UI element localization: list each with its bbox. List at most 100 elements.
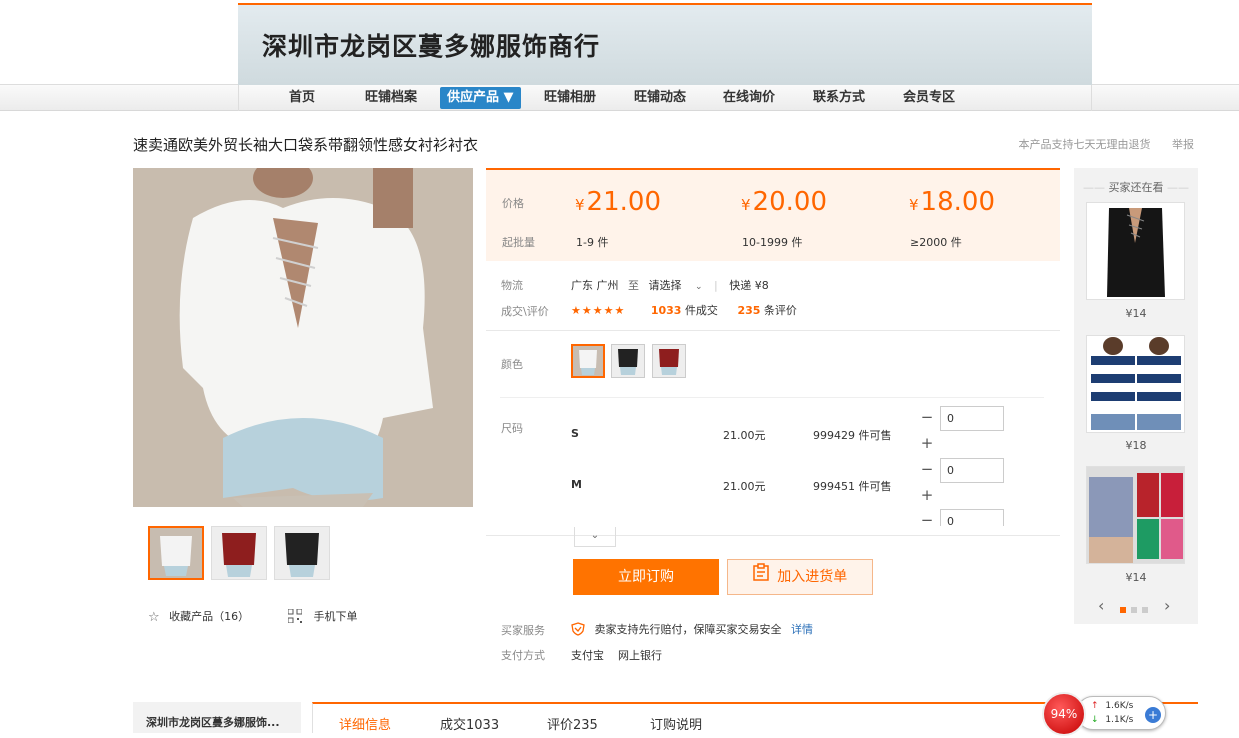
carousel-dot[interactable] bbox=[1142, 607, 1148, 613]
thumbnail-red[interactable] bbox=[211, 526, 267, 580]
decrease-button[interactable]: − bbox=[915, 458, 939, 482]
clipboard-icon bbox=[753, 560, 769, 594]
size-row: − 0 bbox=[486, 509, 1060, 526]
return-policy-text: 本产品支持七天无理由退货 bbox=[1018, 138, 1151, 151]
recommended-item-price: ¥14 bbox=[1125, 571, 1147, 584]
network-speed-widget[interactable]: ↑ 1.6K/s ↓ 1.1K/s + 94% bbox=[1040, 690, 1170, 738]
chevron-down-icon: ⌄ bbox=[590, 530, 600, 541]
nav-album[interactable]: 旺铺相册 bbox=[537, 87, 603, 109]
thumbnail-red-image bbox=[212, 527, 266, 579]
report-link[interactable]: 举报 bbox=[1172, 138, 1194, 151]
main-product-image[interactable] bbox=[133, 168, 473, 507]
thumbnail-black-image bbox=[275, 527, 329, 579]
add-to-cart-button[interactable]: 加入进货单 bbox=[727, 559, 873, 595]
buyer-service-label: 买家服务 bbox=[501, 624, 545, 637]
size-stock: 999429 件可售 bbox=[813, 429, 892, 442]
tab-details[interactable]: 详细信息 bbox=[339, 714, 391, 733]
size-price: 21.00元 bbox=[723, 429, 766, 442]
size-table: S 21.00元 999429 件可售 − 0 + M 21.00元 99945… bbox=[486, 396, 1060, 526]
payment-methods: 支付宝 网上银行 bbox=[571, 649, 662, 662]
moq-tier-1: 1-9 件 bbox=[576, 236, 609, 249]
divider bbox=[486, 535, 1060, 536]
memory-usage-ball[interactable]: 94% bbox=[1042, 692, 1086, 736]
deals-row: ★★★★★ 1033 件成交 235 条评价 bbox=[571, 302, 797, 318]
buyer-service-row: 卖家支持先行赔付，保障买家交易安全 详情 bbox=[571, 621, 813, 639]
logistics-destination-select[interactable]: 请选择 ⌄ bbox=[649, 279, 707, 292]
nav-inquiry[interactable]: 在线询价 bbox=[716, 87, 782, 109]
sidebar-prev-button[interactable]: ‹ bbox=[1098, 596, 1104, 615]
thumbnail-white[interactable] bbox=[148, 526, 204, 580]
tab-order-notes[interactable]: 订购说明 bbox=[650, 714, 702, 733]
speed-panel: ↑ 1.6K/s ↓ 1.1K/s + bbox=[1076, 696, 1166, 730]
bottom-shop-name[interactable]: 深圳市龙岗区蔓多娜服饰... bbox=[133, 702, 301, 733]
deals-count[interactable]: 1033 bbox=[651, 304, 682, 317]
divider bbox=[486, 330, 1060, 331]
decrease-button[interactable]: − bbox=[915, 406, 939, 430]
quantity-input[interactable]: 0 bbox=[940, 509, 1004, 526]
favorite-label: 收藏产品（16） bbox=[169, 610, 250, 623]
recommended-item-price: ¥14 bbox=[1125, 307, 1147, 320]
reviews-suffix: 条评价 bbox=[763, 304, 797, 317]
tab-deals[interactable]: 成交1033 bbox=[440, 714, 499, 733]
size-price: 21.00元 bbox=[723, 480, 766, 493]
moq-tier-3: ≥2000 件 bbox=[910, 236, 962, 249]
shop-nav-bar: 首页 旺铺档案 供应产品 ▼ 旺铺相册 旺铺动态 在线询价 联系方式 会员专区 bbox=[0, 85, 1239, 111]
price-tier-2: ¥20.00 bbox=[741, 187, 827, 217]
deals-suffix: 件成交 bbox=[684, 304, 718, 317]
chevron-left-icon: ‹ bbox=[1098, 596, 1105, 615]
chevron-right-icon: › bbox=[1164, 596, 1171, 615]
express-fee: 快递 ¥8 bbox=[729, 279, 769, 292]
recommendations-sidebar: —— 买家还在看 —— ¥14 ¥18 ¥14 ‹ › bbox=[1074, 168, 1198, 624]
reviews-count[interactable]: 235 bbox=[737, 304, 760, 317]
product-title: 速卖通欧美外贸长袖大口袋系带翻领性感女衬衫衬衣 bbox=[133, 136, 479, 154]
mobile-order-button[interactable]: 手机下单 bbox=[287, 608, 358, 626]
favorite-button[interactable]: ☆ 收藏产品（16） bbox=[148, 608, 249, 625]
mobile-order-label: 手机下单 bbox=[313, 610, 358, 623]
carousel-dot-active[interactable] bbox=[1120, 607, 1126, 613]
destination-select-label: 请选择 bbox=[648, 279, 682, 292]
quantity-input[interactable]: 0 bbox=[940, 406, 1004, 431]
thumbnail-white-image bbox=[150, 528, 202, 578]
nav-news[interactable]: 旺铺动态 bbox=[627, 87, 693, 109]
expand-sizes-button[interactable]: ⌄ bbox=[574, 527, 616, 547]
moq-label: 起批量 bbox=[502, 236, 535, 249]
recommended-item-image[interactable] bbox=[1086, 466, 1185, 564]
rating-stars: ★★★★★ bbox=[571, 304, 626, 317]
nav-contact[interactable]: 联系方式 bbox=[806, 87, 872, 109]
buyer-service-detail-link[interactable]: 详情 bbox=[791, 623, 813, 636]
plus-icon[interactable]: + bbox=[1145, 707, 1161, 723]
nav-profile[interactable]: 旺铺档案 bbox=[358, 87, 424, 109]
recommended-item-image[interactable] bbox=[1086, 202, 1185, 300]
color-swatch-black[interactable] bbox=[611, 344, 645, 378]
quantity-input[interactable]: 0 bbox=[940, 458, 1004, 483]
product-photo-illustration bbox=[133, 168, 473, 507]
color-swatch-red[interactable] bbox=[652, 344, 686, 378]
nav-members[interactable]: 会员专区 bbox=[896, 87, 962, 109]
nav-home[interactable]: 首页 bbox=[282, 87, 322, 109]
decrease-button[interactable]: − bbox=[915, 509, 939, 526]
star-outline-icon: ☆ bbox=[148, 609, 160, 625]
size-stock: 999451 件可售 bbox=[813, 480, 892, 493]
recommended-item-image[interactable] bbox=[1086, 335, 1185, 433]
chevron-down-icon: ⌄ bbox=[695, 282, 703, 292]
increase-button[interactable]: + bbox=[915, 432, 939, 456]
order-now-button[interactable]: 立即订购 bbox=[573, 559, 719, 595]
thumbnail-black[interactable] bbox=[274, 526, 330, 580]
carousel-dot[interactable] bbox=[1131, 607, 1137, 613]
size-row: S 21.00元 999429 件可售 − 0 + bbox=[486, 406, 1060, 458]
download-speed: ↓ 1.1K/s bbox=[1091, 715, 1134, 725]
sidebar-next-button[interactable]: › bbox=[1164, 596, 1170, 615]
nav-products[interactable]: 供应产品 ▼ bbox=[440, 87, 521, 109]
logistics-label: 物流 bbox=[501, 279, 523, 292]
shop-name: 深圳市龙岗区蔓多娜服饰商行 bbox=[262, 32, 601, 61]
tab-reviews[interactable]: 评价235 bbox=[547, 714, 598, 733]
sidebar-title: —— 买家还在看 —— bbox=[1083, 181, 1189, 194]
recommended-item-price: ¥18 bbox=[1125, 439, 1147, 452]
price-panel: 价格 起批量 ¥21.00 ¥20.00 ¥18.00 1-9 件 10-199… bbox=[486, 168, 1060, 261]
buyer-service-text: 卖家支持先行赔付，保障买家交易安全 bbox=[594, 623, 782, 636]
deals-label: 成交\评价 bbox=[501, 305, 549, 318]
size-name: S bbox=[571, 427, 579, 440]
color-swatch-white[interactable] bbox=[571, 344, 605, 378]
increase-button[interactable]: + bbox=[915, 484, 939, 508]
price-tier-1: ¥21.00 bbox=[575, 187, 661, 217]
